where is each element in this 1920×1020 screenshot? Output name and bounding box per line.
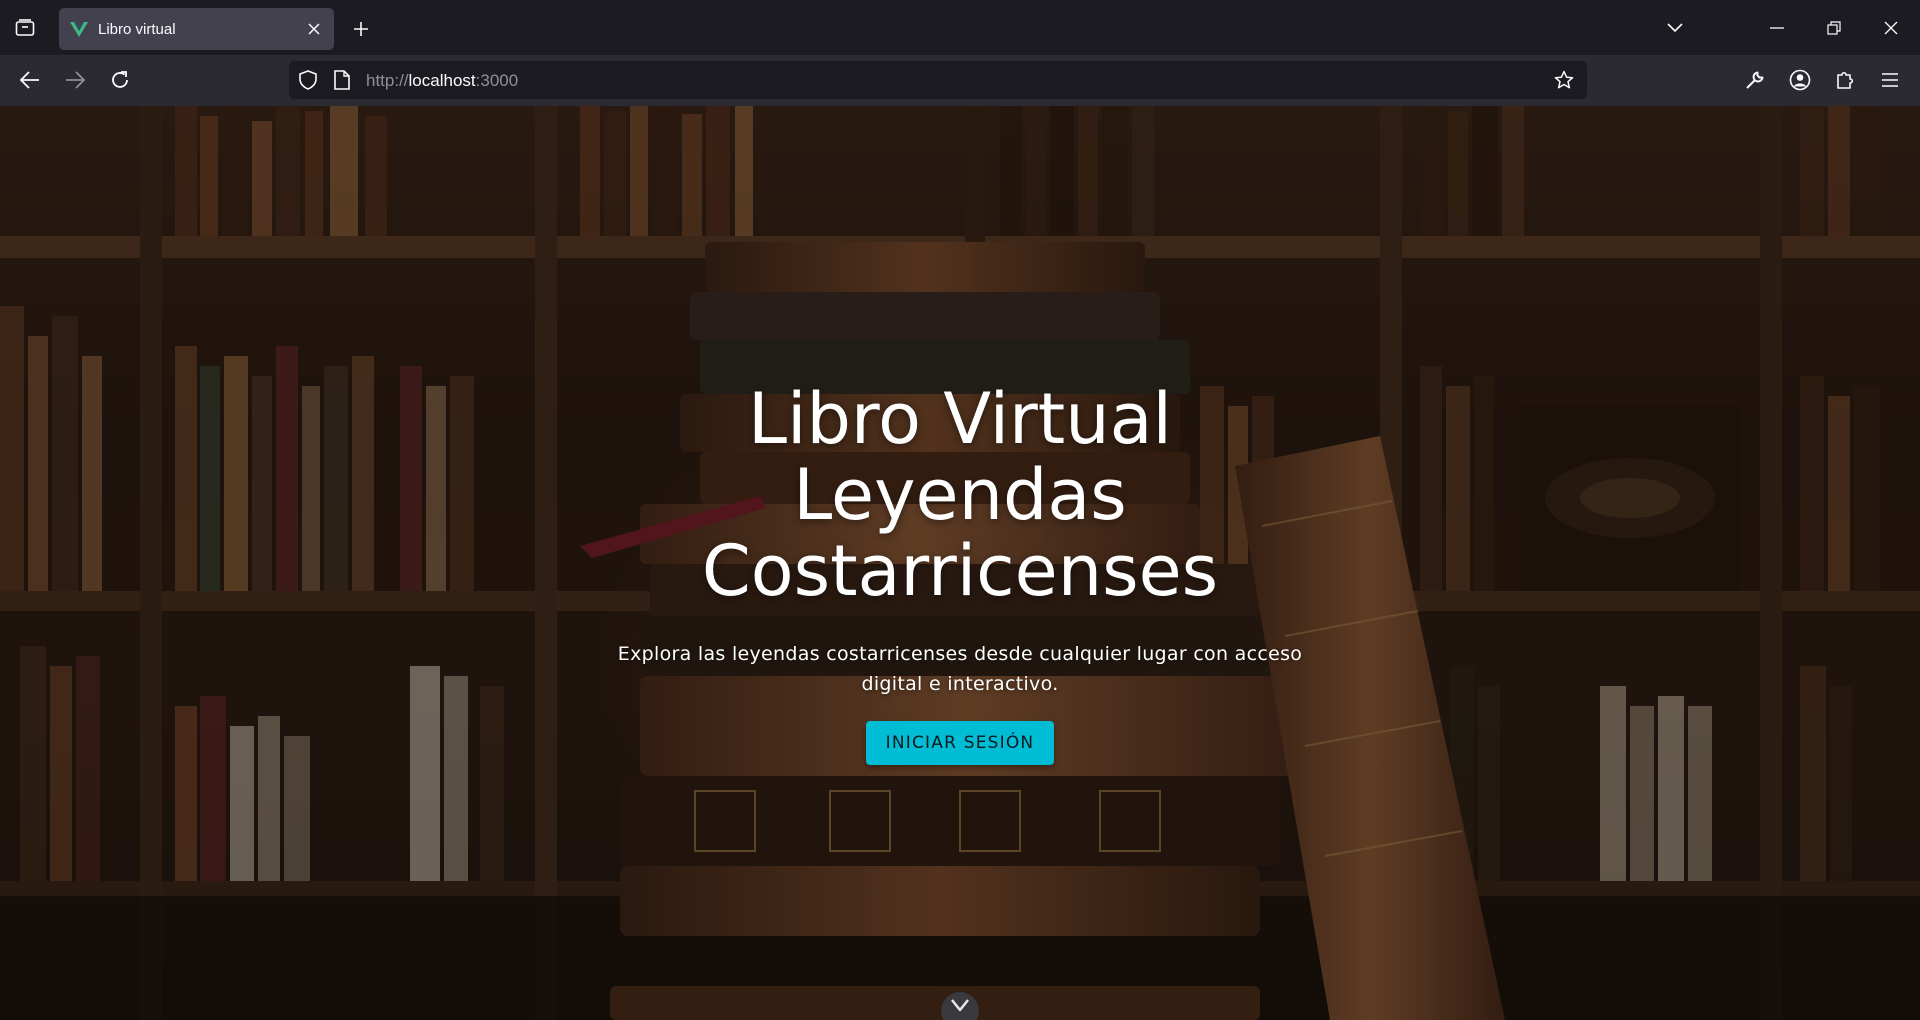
tab-list-icon[interactable] (10, 14, 40, 42)
reload-icon[interactable] (103, 63, 137, 97)
hero-title-line-1: Libro Virtual (748, 378, 1172, 460)
vue-logo-icon (70, 20, 88, 38)
minimize-icon[interactable] (1759, 12, 1795, 44)
extensions-puzzle-icon[interactable] (1828, 63, 1862, 97)
app-menu-icon[interactable] (1873, 63, 1907, 97)
close-window-icon[interactable] (1873, 12, 1909, 44)
list-all-tabs-chevron-icon[interactable] (1657, 12, 1693, 44)
login-button[interactable]: INICIAR SESIÓN (866, 721, 1054, 765)
bookmark-star-icon[interactable] (1554, 70, 1574, 90)
hero-subtitle: Explora las leyendas costarricenses desd… (617, 643, 1303, 695)
page-info-icon[interactable] (332, 70, 352, 90)
url-bar[interactable]: http://localhost:3000 (289, 61, 1587, 99)
forward-icon[interactable] (58, 63, 92, 97)
url-scheme: http:// (366, 71, 409, 90)
restore-window-icon[interactable] (1816, 12, 1852, 44)
tracking-shield-icon[interactable] (298, 70, 318, 90)
url-port: :3000 (475, 71, 519, 90)
hero-title-line-3: Costarricenses (701, 530, 1219, 612)
new-tab-icon[interactable] (346, 14, 376, 44)
hero-content: Libro Virtual Leyendas Costarricenses Ex… (560, 381, 1360, 765)
url-text[interactable]: http://localhost:3000 (366, 71, 518, 91)
tab-title: Libro virtual (98, 20, 176, 38)
navigation-toolbar: http://localhost:3000 (0, 55, 1920, 106)
dev-tools-wrench-icon[interactable] (1738, 63, 1772, 97)
account-icon[interactable] (1783, 63, 1817, 97)
hero-section: Libro Virtual Leyendas Costarricenses Ex… (0, 106, 1920, 1020)
hero-title: Libro Virtual Leyendas Costarricenses (560, 381, 1360, 609)
close-tab-icon[interactable] (300, 15, 328, 43)
back-icon[interactable] (13, 63, 47, 97)
tab-libro-virtual[interactable]: Libro virtual (59, 8, 334, 50)
hero-title-line-2: Leyendas (793, 454, 1127, 536)
url-host: localhost (408, 71, 476, 90)
tab-bar: Libro virtual (0, 0, 1920, 55)
